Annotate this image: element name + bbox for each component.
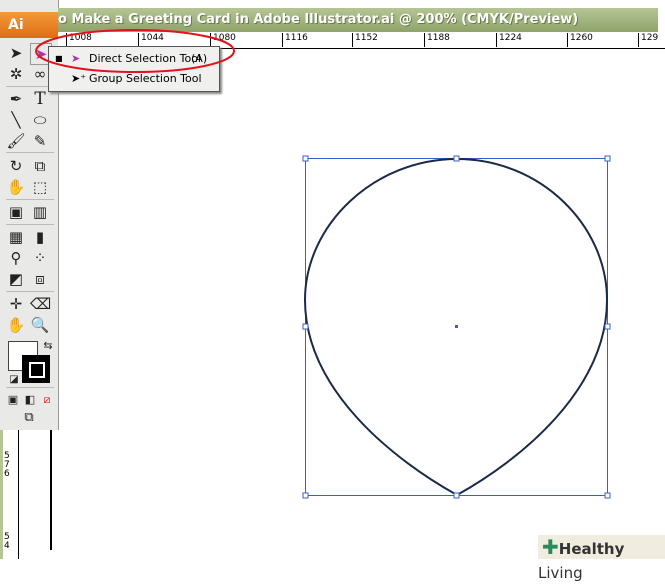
highlight-annotation: [35, 29, 235, 73]
plus-logo-icon: ✚: [542, 535, 559, 559]
brand-light: Living: [538, 564, 583, 582]
brand-watermark: ✚Healthy Living: [538, 535, 665, 582]
brand-bold: Healthy: [558, 540, 625, 558]
center-point: [455, 325, 458, 328]
